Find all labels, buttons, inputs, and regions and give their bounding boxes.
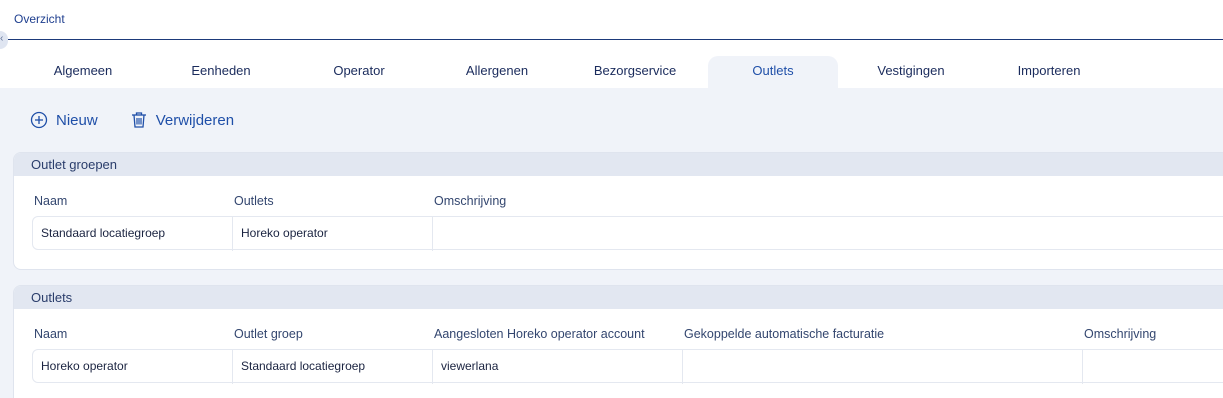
outlets-panel: Outlets Naam Outlet groep Aangesloten Ho… [13, 285, 1223, 398]
table-row[interactable]: Standaard locatiegroep Horeko operator [32, 216, 1223, 251]
cell-name: Standaard locatiegroep [33, 217, 233, 251]
outlet-groups-panel: Outlet groepen Naam Outlets Omschrijving… [13, 152, 1223, 270]
table-row[interactable]: Horeko operator Standaard locatiegroep v… [32, 349, 1223, 384]
cell-description [1083, 350, 1223, 384]
cell-operator-account: viewerlana [433, 350, 683, 384]
tab-vestigingen[interactable]: Vestigingen [846, 56, 976, 88]
column-header-outlets[interactable]: Outlets [234, 194, 274, 208]
delete-button-label: Verwijderen [155, 111, 235, 129]
column-header-name[interactable]: Naam [34, 194, 67, 208]
delete-button[interactable]: Verwijderen [130, 111, 234, 129]
column-header-name[interactable]: Naam [34, 327, 67, 341]
column-header-auto-invoicing[interactable]: Gekoppelde automatische facturatie [684, 327, 884, 341]
outlet-groups-header-row: Naam Outlets Omschrijving [14, 176, 1223, 216]
tab-bezorgservice[interactable]: Bezorgservice [570, 56, 700, 88]
tab-allergenen[interactable]: Allergenen [432, 56, 562, 88]
trash-icon [131, 112, 146, 128]
outlet-groups-title: Outlet groepen [14, 153, 1223, 176]
cell-name: Horeko operator [33, 350, 233, 384]
column-header-description[interactable]: Omschrijving [1084, 327, 1156, 341]
tab-importeren[interactable]: Importeren [984, 56, 1114, 88]
column-header-outlet-group[interactable]: Outlet groep [234, 327, 303, 341]
breadcrumb-overview[interactable]: Overzicht [14, 12, 65, 26]
new-button[interactable]: Nieuw [30, 111, 98, 129]
outlets-title: Outlets [14, 286, 1223, 309]
cell-outlets: Horeko operator [233, 217, 433, 251]
tab-operator[interactable]: Operator [294, 56, 424, 88]
tab-outlets[interactable]: Outlets [708, 56, 838, 88]
outlets-content: Nieuw Verwijderen Outlet groepen Naam Ou… [0, 88, 1223, 398]
tab-bar: Algemeen Eenheden Operator Allergenen Be… [0, 56, 1223, 88]
outlets-header-row: Naam Outlet groep Aangesloten Horeko ope… [14, 309, 1223, 349]
new-button-label: Nieuw [56, 111, 98, 129]
cell-description [433, 217, 1223, 251]
chevron-left-icon: ‹ [0, 33, 4, 44]
plus-circle-icon [30, 111, 48, 129]
tab-eenheden[interactable]: Eenheden [156, 56, 286, 88]
cell-auto-invoicing [683, 350, 1083, 384]
cell-outlet-group: Standaard locatiegroep [233, 350, 433, 384]
column-header-operator-account[interactable]: Aangesloten Horeko operator account [434, 327, 645, 341]
toolbar: Nieuw Verwijderen [30, 110, 266, 130]
top-bar: Overzicht [0, 0, 1223, 40]
column-header-description[interactable]: Omschrijving [434, 194, 506, 208]
tab-algemeen[interactable]: Algemeen [18, 56, 148, 88]
